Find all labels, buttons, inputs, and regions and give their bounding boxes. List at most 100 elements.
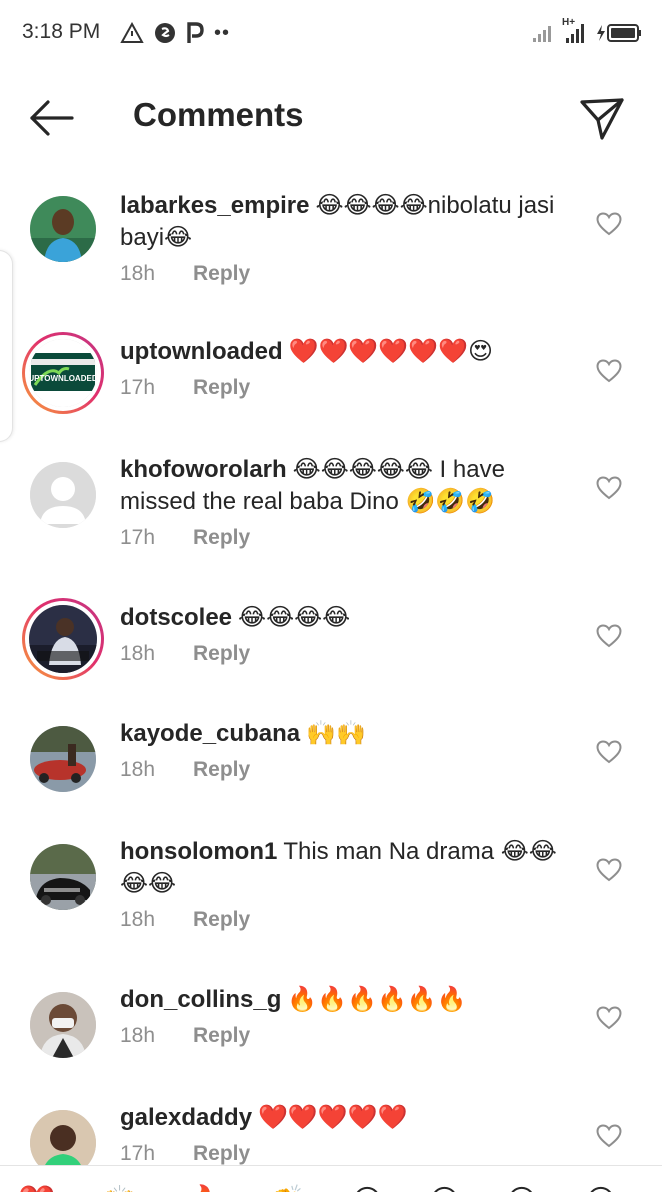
p-app-icon bbox=[187, 22, 204, 43]
comment-time: 18h bbox=[120, 642, 156, 665]
heart-outline-icon bbox=[596, 212, 622, 236]
reply-button[interactable]: Reply bbox=[193, 642, 250, 665]
comment-item: don_collins_g 🔥🔥🔥🔥🔥🔥 18h Reply bbox=[0, 982, 662, 1092]
hplus-signal-icon: H+ bbox=[562, 17, 588, 45]
comment-username[interactable]: dotscolee bbox=[120, 604, 232, 631]
default-avatar-icon bbox=[30, 462, 96, 528]
comment-meta: 18h Reply bbox=[120, 262, 570, 290]
more-dots-icon: •• bbox=[214, 21, 231, 44]
comment-item: dotscolee 😂😂😂😂 18h Reply bbox=[0, 594, 662, 704]
profile-photo-default bbox=[30, 462, 96, 528]
shazam-icon bbox=[155, 23, 175, 43]
comment-item: khofoworolarh 😂😂😂😂😂 I have missed the rea… bbox=[0, 454, 662, 584]
heart-outline-icon bbox=[596, 1124, 622, 1148]
uptownloaded-logo-image: UPTOWNLOADED bbox=[29, 339, 97, 407]
like-button[interactable] bbox=[596, 1006, 622, 1030]
battery-charging-icon bbox=[597, 24, 641, 42]
comment-meta: 17h Reply bbox=[120, 376, 570, 404]
like-button[interactable] bbox=[596, 476, 622, 500]
comment-username[interactable]: honsolomon1 bbox=[120, 838, 277, 865]
comment-username[interactable]: kayode_cubana bbox=[120, 720, 300, 747]
avatar[interactable] bbox=[22, 598, 104, 680]
comment-item: UPTOWNLOADED uptownloaded ❤️❤️❤️❤️❤️❤️😍 1… bbox=[0, 330, 662, 440]
comment-time: 18h bbox=[120, 262, 156, 285]
comment-message: 🙌🙌 bbox=[306, 720, 366, 747]
profile-photo-image bbox=[29, 605, 97, 673]
comment-body: galexdaddy ❤️❤️❤️❤️❤️ 17h Reply bbox=[120, 1102, 570, 1165]
comment-message: 🔥🔥🔥🔥🔥🔥 bbox=[287, 986, 467, 1013]
comment-body: honsolomon1 This man Na drama 😂😂😂😂 18h Rep… bbox=[120, 836, 570, 936]
comment-meta: 18h Reply bbox=[120, 642, 570, 670]
comment-text: don_collins_g 🔥🔥🔥🔥🔥🔥 bbox=[120, 984, 570, 1016]
page-title: Comments bbox=[133, 96, 304, 133]
share-button[interactable] bbox=[578, 94, 626, 142]
comment-meta: 18h Reply bbox=[120, 758, 570, 786]
heart-outline-icon bbox=[596, 624, 622, 648]
profile-photo bbox=[29, 605, 97, 673]
comment-message: ❤️❤️❤️❤️❤️❤️😍 bbox=[288, 338, 493, 365]
avatar[interactable] bbox=[22, 454, 104, 536]
like-button[interactable] bbox=[596, 858, 622, 882]
reply-button[interactable]: Reply bbox=[193, 1024, 250, 1047]
comment-time: 18h bbox=[120, 758, 156, 781]
comment-item: galexdaddy ❤️❤️❤️❤️❤️ 17h Reply bbox=[0, 1100, 662, 1165]
comment-username[interactable]: galexdaddy bbox=[120, 1104, 252, 1131]
avatar[interactable] bbox=[22, 1102, 104, 1165]
reply-button[interactable]: Reply bbox=[193, 1142, 250, 1165]
avatar[interactable] bbox=[22, 836, 104, 918]
reply-button[interactable]: Reply bbox=[193, 376, 250, 399]
profile-photo-image bbox=[30, 992, 96, 1058]
comment-text: dotscolee 😂😂😂😂 bbox=[120, 602, 570, 634]
profile-photo-image bbox=[30, 196, 96, 262]
comment-body: khofoworolarh 😂😂😂😂😂 I have missed the rea… bbox=[120, 454, 570, 554]
comment-body: kayode_cubana 🙌🙌 18h Reply bbox=[120, 718, 570, 786]
comment-time: 18h bbox=[120, 1024, 156, 1047]
avatar[interactable] bbox=[22, 984, 104, 1066]
comment-list: labarkes_empire 😂😂😂😂nibolatu jasi bayi😂 1… bbox=[0, 170, 662, 1165]
heart-outline-icon bbox=[596, 740, 622, 764]
heart-outline-icon bbox=[596, 1006, 622, 1030]
comment-text: kayode_cubana 🙌🙌 bbox=[120, 718, 570, 750]
avatar[interactable] bbox=[22, 188, 104, 270]
reply-button[interactable]: Reply bbox=[193, 758, 250, 781]
reply-button[interactable]: Reply bbox=[193, 908, 250, 931]
comment-item: honsolomon1 This man Na drama 😂😂😂😂 18h Rep… bbox=[0, 834, 662, 964]
like-button[interactable] bbox=[596, 624, 622, 648]
comment-username[interactable]: khofoworolarh bbox=[120, 456, 287, 483]
comment-text: khofoworolarh 😂😂😂😂😂 I have missed the rea… bbox=[120, 454, 570, 518]
comment-body: dotscolee 😂😂😂😂 18h Reply bbox=[120, 602, 570, 670]
comment-body: labarkes_empire 😂😂😂😂nibolatu jasi bayi😂 1… bbox=[120, 190, 570, 290]
comment-meta: 17h Reply bbox=[120, 526, 570, 554]
avatar[interactable]: UPTOWNLOADED bbox=[22, 332, 104, 414]
comment-message: ❤️❤️❤️❤️❤️ bbox=[258, 1104, 408, 1131]
signal-icon bbox=[533, 26, 551, 42]
avatar[interactable] bbox=[22, 718, 104, 800]
reply-button[interactable]: Reply bbox=[193, 262, 250, 285]
comment-username[interactable]: uptownloaded bbox=[120, 338, 283, 365]
like-button[interactable] bbox=[596, 359, 622, 383]
comment-item: kayode_cubana 🙌🙌 18h Reply bbox=[0, 718, 662, 828]
comment-meta: 18h Reply bbox=[120, 908, 570, 936]
profile-photo bbox=[30, 992, 96, 1058]
emoji-quick-bar: ❤️ 🙌 🔥 👏 😢 😍 😮 😂 bbox=[0, 1165, 662, 1192]
profile-photo: UPTOWNLOADED bbox=[29, 339, 97, 407]
like-button[interactable] bbox=[596, 740, 622, 764]
back-button[interactable] bbox=[26, 96, 78, 140]
comment-text: honsolomon1 This man Na drama 😂😂😂😂 bbox=[120, 836, 570, 900]
comment-text: galexdaddy ❤️❤️❤️❤️❤️ bbox=[120, 1102, 570, 1134]
comment-username[interactable]: don_collins_g bbox=[120, 986, 281, 1013]
heart-outline-icon bbox=[596, 858, 622, 882]
status-system-icons: H+ bbox=[532, 17, 642, 48]
arrow-left-icon bbox=[30, 100, 74, 136]
warning-triangle-icon bbox=[120, 22, 144, 43]
status-notification-icons: •• bbox=[120, 18, 230, 48]
profile-photo-image bbox=[30, 1110, 96, 1165]
like-button[interactable] bbox=[596, 212, 622, 236]
comment-username[interactable]: labarkes_empire bbox=[120, 192, 309, 219]
comment-message: 😂😂😂😂 bbox=[238, 604, 351, 631]
profile-photo bbox=[30, 196, 96, 262]
status-time: 3:18 PM bbox=[22, 20, 101, 43]
reply-button[interactable]: Reply bbox=[193, 526, 250, 549]
comment-item: labarkes_empire 😂😂😂😂nibolatu jasi bayi😂 1… bbox=[0, 188, 662, 308]
like-button[interactable] bbox=[596, 1124, 622, 1148]
